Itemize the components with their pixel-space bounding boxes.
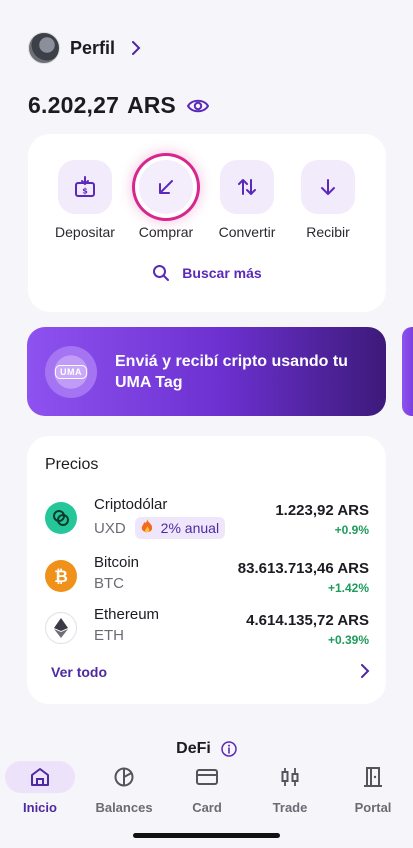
- avatar[interactable]: [28, 32, 60, 64]
- asset-change: +0.39%: [327, 633, 369, 647]
- quick-actions-card: $ Depositar Comprar Convertir Recibir Bu…: [28, 134, 386, 312]
- nav-label: Portal: [354, 800, 392, 815]
- search-more-link[interactable]: Buscar más: [28, 264, 386, 282]
- uxd-coin-icon: [45, 502, 77, 534]
- nav-label: Card: [192, 800, 222, 815]
- home-icon: [31, 768, 49, 786]
- info-icon[interactable]: [221, 741, 237, 757]
- profile-label: Perfil: [70, 37, 116, 58]
- eye-icon[interactable]: [186, 94, 210, 118]
- svg-text:$: $: [82, 187, 88, 196]
- nav-label: Trade: [272, 800, 308, 815]
- search-icon: [153, 265, 170, 281]
- profile-link[interactable]: Perfil: [28, 32, 145, 64]
- balance-amount: 6.202,27: [28, 92, 120, 118]
- door-icon: [364, 767, 382, 787]
- arrow-down-icon: [321, 179, 335, 195]
- nav-label: Inicio: [23, 800, 57, 815]
- receive-label: Recibir: [306, 224, 350, 240]
- asset-row-uxd[interactable]: Criptodólar UXD 2% anual 1.223,92 ARS +0…: [45, 496, 369, 544]
- buy-label: Comprar: [138, 224, 194, 240]
- apy-badge: 2% anual: [134, 517, 226, 539]
- next-banner-peek[interactable]: [402, 327, 413, 416]
- asset-price: 4.614.135,72 ARS: [246, 612, 369, 629]
- asset-row-eth[interactable]: Ethereum ETH 4.614.135,72 ARS +0.39%: [45, 606, 369, 654]
- nav-card[interactable]: Card: [167, 761, 247, 815]
- deposit-button[interactable]: $ Depositar: [46, 160, 124, 240]
- asset-change: +0.9%: [334, 523, 369, 537]
- svg-text:₿: ₿: [54, 567, 68, 586]
- convert-button[interactable]: Convertir: [208, 160, 286, 240]
- deposit-icon: $: [75, 176, 95, 197]
- ethereum-icon: [45, 612, 77, 644]
- chevron-right-icon[interactable]: [360, 664, 370, 683]
- asset-row-btc[interactable]: ₿ Bitcoin BTC 83.613.713,46 ARS +1.42%: [45, 554, 369, 602]
- arrow-down-left-icon: [159, 180, 173, 194]
- receive-button[interactable]: Recibir: [289, 160, 367, 240]
- defi-title: DeFi: [176, 740, 211, 757]
- prices-card: Precios Criptodólar UXD 2% anual 1.223,9…: [27, 436, 386, 704]
- candlestick-icon: [281, 768, 299, 786]
- home-screen: Perfil 6.202,27 ARS $ Depositar Comprar …: [0, 0, 413, 848]
- nav-portal[interactable]: Portal: [333, 761, 413, 815]
- asset-price: 83.613.713,46 ARS: [237, 560, 369, 577]
- asset-name: Ethereum: [94, 606, 160, 623]
- deposit-label: Depositar: [55, 224, 115, 240]
- convert-label: Convertir: [218, 224, 276, 240]
- asset-name: Bitcoin: [94, 554, 140, 571]
- asset-ticker: ETH: [94, 627, 124, 644]
- nav-inicio[interactable]: Inicio: [0, 761, 80, 815]
- home-indicator[interactable]: [133, 833, 280, 838]
- apy-badge-text: 2% anual: [160, 520, 220, 536]
- chevron-right-icon: [127, 39, 145, 57]
- asset-change: +1.42%: [327, 581, 369, 595]
- pie-chart-icon: [114, 767, 134, 787]
- banner-text: Enviá y recibí cripto usando tu UMA Tag: [115, 352, 348, 391]
- asset-price: 1.223,92 ARS: [275, 502, 369, 519]
- fire-icon: [141, 519, 153, 537]
- asset-ticker: UXD: [94, 519, 126, 537]
- swap-vertical-icon: [238, 179, 256, 195]
- uma-badge-text: UMA: [55, 364, 87, 379]
- asset-ticker: BTC: [94, 575, 124, 592]
- defi-section-header: DeFi: [0, 740, 413, 758]
- bitcoin-icon: ₿: [45, 560, 77, 592]
- buy-button[interactable]: Comprar: [127, 160, 205, 240]
- nav-label: Balances: [95, 800, 153, 815]
- nav-balances[interactable]: Balances: [84, 761, 164, 815]
- see-all-link[interactable]: Ver todo: [51, 664, 107, 680]
- prices-title: Precios: [45, 456, 99, 473]
- balance-currency: ARS: [127, 92, 176, 118]
- search-more-label: Buscar más: [182, 265, 262, 281]
- asset-name: Criptodólar: [94, 496, 168, 513]
- balance: 6.202,27 ARS: [28, 92, 210, 119]
- uma-tag-banner[interactable]: UMA Enviá y recibí cripto usando tu UMA …: [27, 327, 386, 416]
- card-icon: [196, 769, 218, 785]
- uma-logo: UMA: [45, 345, 97, 398]
- nav-trade[interactable]: Trade: [250, 761, 330, 815]
